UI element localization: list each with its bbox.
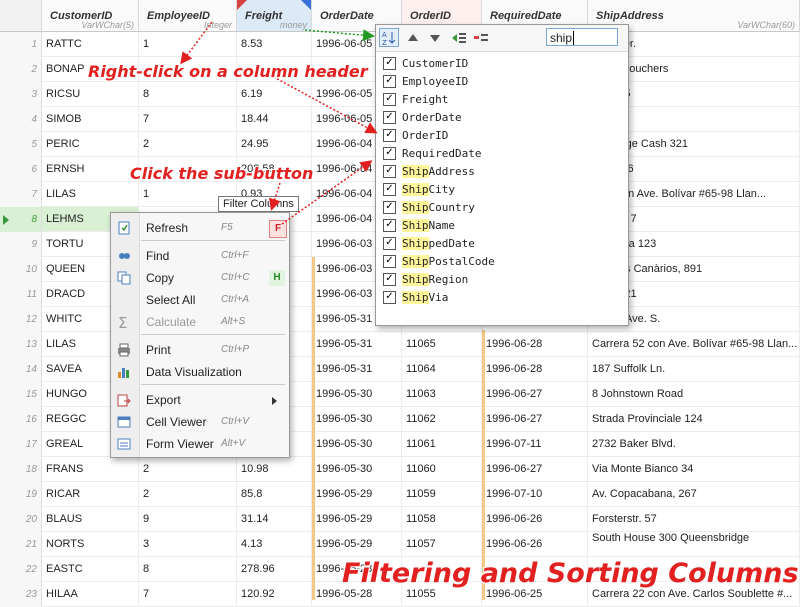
annotation-title: Filtering and Sorting Columns bbox=[342, 558, 799, 589]
annotation-arrows bbox=[180, 21, 378, 225]
annotation-sub-button: Click the sub-button bbox=[130, 164, 314, 183]
annotation-right-click: Right-click on a column header bbox=[88, 62, 368, 81]
